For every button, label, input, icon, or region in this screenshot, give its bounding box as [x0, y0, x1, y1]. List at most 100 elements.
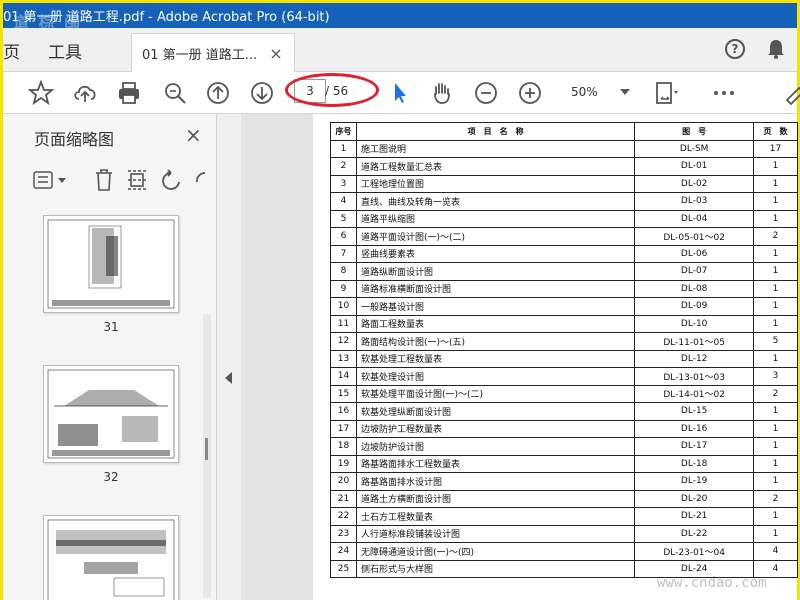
row-number: 24: [330, 542, 357, 561]
page-count: 3: [753, 367, 798, 386]
drawing-name: 工程地理位置图: [355, 174, 636, 193]
row-number: 10: [330, 297, 357, 316]
delete-icon[interactable]: [93, 168, 115, 192]
bell-icon[interactable]: [766, 38, 786, 60]
row-number: 17: [330, 419, 357, 438]
rotate-left-icon[interactable]: [161, 168, 183, 192]
tab-document-label: 01 第一册 道路工...: [142, 47, 258, 63]
drawing-code: DL-16: [634, 419, 755, 438]
tab-tools[interactable]: 工具: [48, 28, 82, 72]
table-row: 17 边坡防护工程数量表 DL-16 1: [330, 419, 798, 438]
table-row: 1 施工图说明 DL-SM 17: [330, 139, 798, 158]
star-icon[interactable]: [28, 80, 54, 106]
page-count: 1: [753, 402, 798, 421]
row-number: 22: [330, 507, 357, 526]
drawing-code: DL-02: [634, 174, 755, 193]
zoom-out-icon[interactable]: [473, 80, 499, 106]
drawing-code: DL-15: [634, 402, 755, 421]
page-thumbnail[interactable]: [43, 365, 179, 463]
more-tools-icon[interactable]: [711, 80, 737, 106]
row-number: 6: [330, 227, 357, 246]
drawing-name: 直线、曲线及转角一览表: [355, 192, 636, 211]
table-row: 3 工程地理位置图 DL-02 1: [330, 174, 798, 193]
fit-page-icon[interactable]: [653, 80, 679, 106]
column-header-pages: 页 数: [753, 122, 798, 141]
hand-tool-icon[interactable]: [429, 80, 455, 106]
drawing-code: DL-20: [634, 489, 755, 508]
drawing-code: DL-11-01～05: [634, 332, 755, 351]
page-count: 1: [753, 297, 798, 316]
page-thumbnail[interactable]: [43, 215, 179, 313]
edit-icon[interactable]: [783, 80, 800, 106]
table-row: 16 软基处理纵断面设计图 DL-15 1: [330, 402, 798, 421]
page-count: 1: [753, 279, 798, 298]
drawing-name: 道路土方横断面设计图: [355, 489, 636, 508]
next-page-icon[interactable]: [249, 80, 275, 106]
close-tab-icon[interactable]: ×: [269, 44, 282, 63]
drawing-code: DL-18: [634, 454, 755, 473]
page-count: 1: [753, 192, 798, 211]
drawing-code: DL-19: [634, 472, 755, 491]
extract-pages-icon[interactable]: [126, 168, 148, 192]
drawing-name: 道路平面设计图(一)～(二): [355, 227, 636, 246]
chevron-down-icon: [619, 89, 630, 95]
tab-document[interactable]: 01 第一册 道路工... ×: [131, 33, 295, 72]
page-thumbnail[interactable]: [43, 515, 179, 600]
drawing-name: 边坡防护设计图: [355, 437, 636, 456]
drawing-name: 软基处理纵断面设计图: [355, 402, 636, 421]
row-number: 23: [330, 524, 357, 543]
cloud-upload-icon[interactable]: [72, 80, 98, 106]
table-row: 7 竖曲线要素表 DL-06 1: [330, 244, 798, 263]
table-row: 21 道路土方横断面设计图 DL-20 2: [330, 489, 798, 508]
thumbnail-panel: 页面缩略图 × 31 32: [3, 114, 217, 600]
highlight-ellipse: [285, 73, 379, 107]
page-count: 2: [753, 384, 798, 403]
drawing-name: 无障碍通道设计图(一)～(四): [355, 542, 636, 561]
drawing-name: 侧石形式与大样图: [355, 559, 636, 578]
row-number: 25: [330, 559, 357, 578]
zoom-in-icon[interactable]: [517, 80, 543, 106]
select-arrow-icon[interactable]: [387, 80, 413, 106]
table-row: 19 路基路面排水工程数量表 DL-18 1: [330, 454, 798, 473]
row-number: 15: [330, 384, 357, 403]
page-count: 1: [753, 314, 798, 333]
table-row: 4 直线、曲线及转角一览表 DL-03 1: [330, 192, 798, 211]
print-icon[interactable]: [116, 80, 142, 106]
thumbnail-scrollbar[interactable]: [203, 314, 211, 598]
rotate-right-icon[interactable]: [193, 168, 215, 192]
drawing-code: DL-03: [634, 192, 755, 211]
drawing-code: DL-10: [634, 314, 755, 333]
row-number: 9: [330, 279, 357, 298]
drawing-name: 路面工程数量表: [355, 314, 636, 333]
table-row: 2 道路工程数量汇总表 DL-01 1: [330, 157, 798, 176]
page-count: 1: [753, 437, 798, 456]
row-number: 20: [330, 472, 357, 491]
drawing-code: DL-23-01～04: [634, 542, 755, 561]
zoom-search-icon[interactable]: [162, 80, 188, 106]
previous-page-icon[interactable]: [205, 80, 231, 106]
collapse-panel-icon[interactable]: [225, 372, 233, 384]
page-count: 1: [753, 454, 798, 473]
row-number: 2: [330, 157, 357, 176]
row-number: 14: [330, 367, 357, 386]
drawing-code: DL-12: [634, 349, 755, 368]
zoom-level-select[interactable]: 50%: [561, 80, 631, 104]
drawing-code: DL-SM: [634, 139, 755, 158]
thumbnail-options-icon[interactable]: [33, 169, 69, 191]
drawing-name: 一般路基设计图: [355, 297, 636, 316]
page-count: 1: [753, 507, 798, 526]
table-row: 20 路基路面排水设计图 DL-19 1: [330, 472, 798, 491]
page-count: 2: [753, 489, 798, 508]
help-icon[interactable]: ?: [725, 39, 745, 59]
tab-home[interactable]: 页: [3, 28, 20, 72]
panel-splitter[interactable]: [217, 114, 241, 600]
page-count: 1: [753, 157, 798, 176]
row-number: 11: [330, 314, 357, 333]
close-panel-icon[interactable]: ×: [185, 123, 202, 147]
table-row: 8 道路纵断面设计图 DL-07 1: [330, 262, 798, 281]
page-count: 17: [753, 139, 798, 158]
drawing-name: 道路平纵缩图: [355, 209, 636, 228]
table-row: 6 道路平面设计图(一)～(二) DL-05-01～02 2: [330, 227, 798, 246]
panel-title: 页面缩略图: [34, 130, 115, 149]
drawing-code: DL-21: [634, 507, 755, 526]
